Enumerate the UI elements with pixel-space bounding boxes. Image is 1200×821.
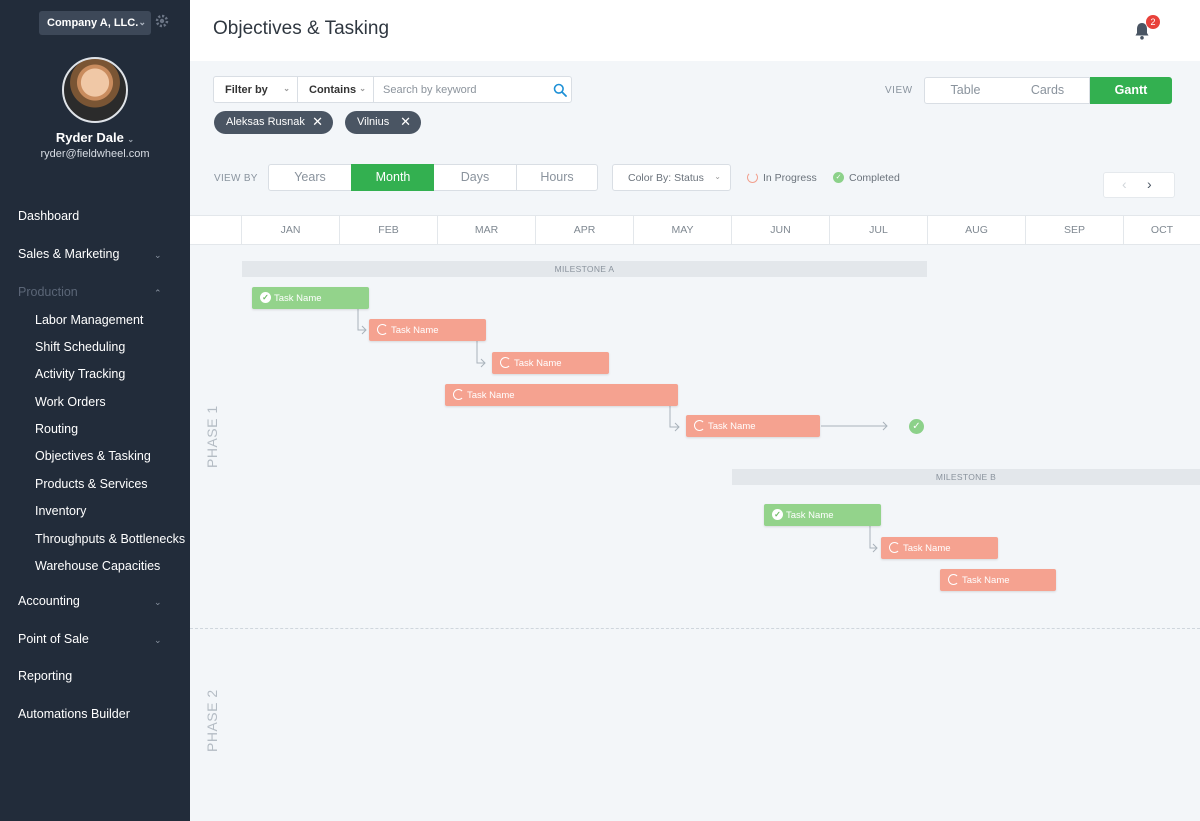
gantt-task[interactable]: Task Name xyxy=(445,384,678,406)
gantt-task[interactable]: Task Name xyxy=(881,537,998,559)
task-label: Task Name xyxy=(274,293,322,304)
gantt-task[interactable]: Task Name xyxy=(492,352,609,374)
task-label: Task Name xyxy=(786,510,834,521)
gantt-task[interactable]: Task Name xyxy=(940,569,1056,591)
completed-check-icon: ✓ xyxy=(909,419,924,434)
task-label: Task Name xyxy=(708,421,756,432)
gantt-task[interactable]: ✓ Task Name xyxy=(764,504,881,526)
gantt-task[interactable]: Task Name xyxy=(369,319,486,341)
in-progress-icon xyxy=(500,357,511,368)
gantt-task[interactable]: Task Name xyxy=(686,415,820,437)
in-progress-icon xyxy=(889,542,900,553)
task-label: Task Name xyxy=(903,543,951,554)
task-label: Task Name xyxy=(514,358,562,369)
in-progress-icon xyxy=(948,574,959,585)
check-icon: ✓ xyxy=(772,509,783,520)
dependency-connectors xyxy=(357,309,888,553)
in-progress-icon xyxy=(377,324,388,335)
task-label: Task Name xyxy=(962,575,1010,586)
task-label: Task Name xyxy=(467,390,515,401)
task-label: Task Name xyxy=(391,325,439,336)
check-icon: ✓ xyxy=(260,292,271,303)
in-progress-icon xyxy=(453,389,464,400)
gantt-task[interactable]: ✓ Task Name xyxy=(252,287,369,309)
in-progress-icon xyxy=(694,420,705,431)
